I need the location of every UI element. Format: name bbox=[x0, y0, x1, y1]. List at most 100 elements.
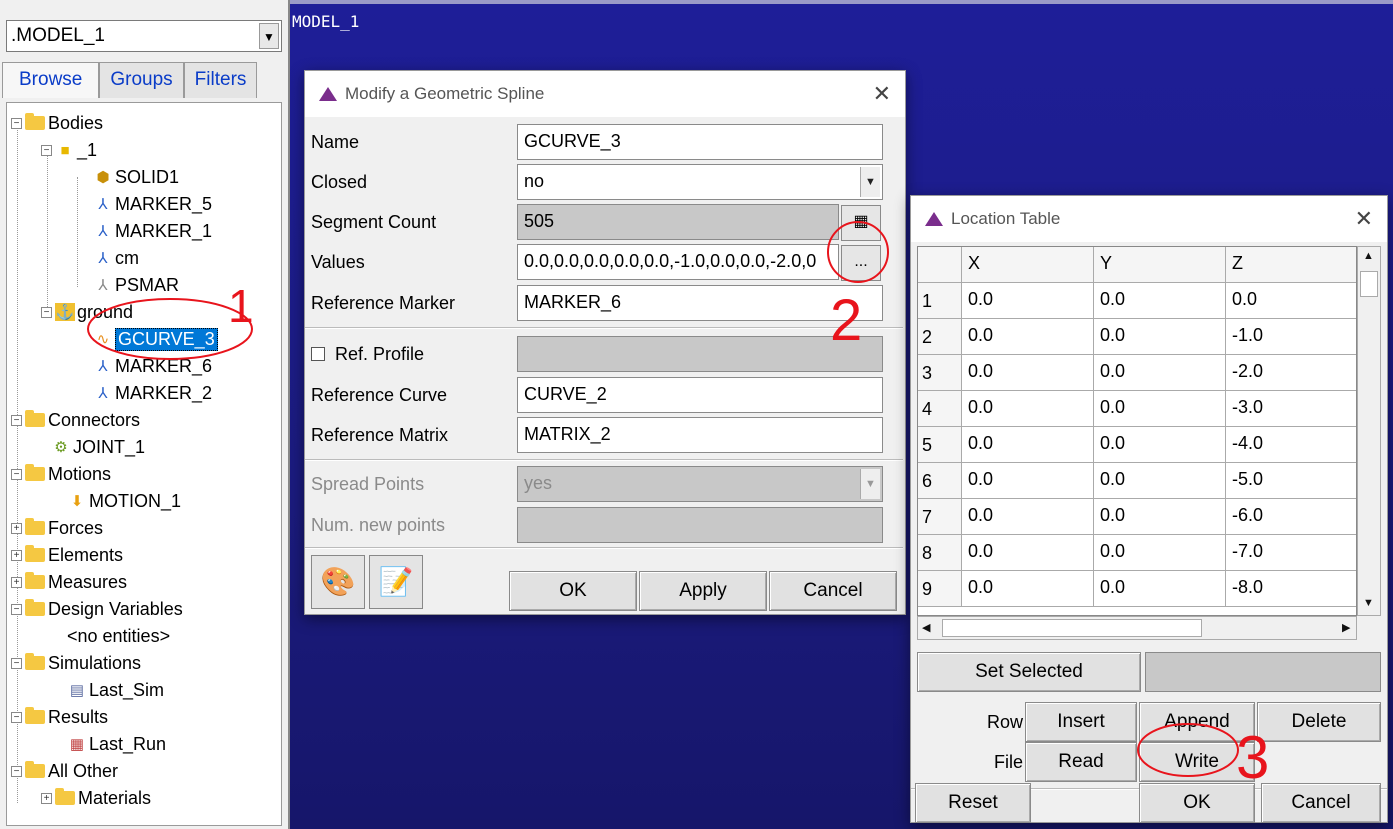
table-cell[interactable]: 0.0 bbox=[1094, 535, 1226, 571]
tree-item-simulations[interactable]: − Simulations bbox=[11, 651, 141, 675]
collapse-icon[interactable]: − bbox=[11, 711, 22, 723]
scroll-thumb[interactable] bbox=[1360, 271, 1378, 297]
tree-item-forces[interactable]: + Forces bbox=[11, 516, 103, 540]
expand-icon[interactable]: + bbox=[11, 549, 22, 561]
model-selector[interactable]: .MODEL_1 ▼ bbox=[6, 20, 282, 52]
table-cell[interactable]: 0.0 bbox=[962, 391, 1094, 427]
table-cell[interactable]: 0.0 bbox=[1094, 427, 1226, 463]
close-icon[interactable]: ✕ bbox=[873, 81, 891, 107]
collapse-icon[interactable]: − bbox=[11, 765, 22, 777]
chevron-down-icon[interactable]: ▼ bbox=[860, 167, 880, 197]
ok-button[interactable]: OK bbox=[509, 571, 637, 611]
table-cell[interactable]: 0.0 bbox=[1094, 571, 1226, 607]
tree-item-cm[interactable]: ⅄ cm bbox=[93, 246, 139, 270]
ref-profile-checkbox[interactable] bbox=[311, 347, 325, 361]
tree-item-solid1[interactable]: ⬢ SOLID1 bbox=[93, 165, 179, 189]
tree-item-all-other[interactable]: − All Other bbox=[11, 759, 118, 783]
location-titlebar[interactable]: Location Table ✕ bbox=[911, 196, 1387, 242]
tree-item-results[interactable]: − Results bbox=[11, 705, 108, 729]
cancel-button[interactable]: Cancel bbox=[1261, 783, 1381, 823]
scroll-right-icon[interactable]: ▶ bbox=[1342, 621, 1350, 634]
tree-item-measures[interactable]: + Measures bbox=[11, 570, 127, 594]
table-cell[interactable]: 0.0 bbox=[1094, 319, 1226, 355]
palette-icon[interactable]: 🎨 bbox=[311, 555, 365, 609]
table-cell[interactable]: -8.0 bbox=[1226, 571, 1356, 607]
table-cell[interactable]: 0.0 bbox=[1094, 283, 1226, 319]
read-button[interactable]: Read bbox=[1025, 742, 1137, 782]
closed-select[interactable]: no ▼ bbox=[517, 164, 883, 200]
table-cell[interactable]: 0.0 bbox=[1226, 283, 1356, 319]
row-number[interactable]: 2 bbox=[918, 319, 962, 355]
table-cell[interactable]: -6.0 bbox=[1226, 499, 1356, 535]
column-header-z[interactable]: Z bbox=[1226, 247, 1356, 283]
ok-button[interactable]: OK bbox=[1139, 783, 1255, 823]
collapse-icon[interactable]: − bbox=[11, 117, 22, 129]
table-cell[interactable]: 0.0 bbox=[962, 427, 1094, 463]
table-cell[interactable]: 0.0 bbox=[962, 463, 1094, 499]
tree-item-design-variables[interactable]: − Design Variables bbox=[11, 597, 183, 621]
tree-item-marker-1[interactable]: ⅄ MARKER_1 bbox=[93, 219, 212, 243]
collapse-icon[interactable]: − bbox=[11, 468, 22, 480]
chevron-down-icon[interactable]: ▼ bbox=[259, 23, 279, 49]
dialog-titlebar[interactable]: Modify a Geometric Spline ✕ bbox=[305, 71, 905, 117]
write-button[interactable]: Write bbox=[1139, 742, 1255, 782]
tree-item-ground[interactable]: − ⚓ ground bbox=[41, 300, 133, 324]
tree-item-part-1[interactable]: − ■ _1 bbox=[41, 138, 97, 162]
collapse-icon[interactable]: − bbox=[11, 603, 22, 615]
row-number[interactable]: 4 bbox=[918, 391, 962, 427]
row-number[interactable]: 3 bbox=[918, 355, 962, 391]
table-cell[interactable]: -7.0 bbox=[1226, 535, 1356, 571]
collapse-icon[interactable]: − bbox=[41, 306, 52, 318]
tree-item-psmar[interactable]: ⅄ PSMAR bbox=[93, 273, 179, 297]
row-number[interactable]: 9 bbox=[918, 571, 962, 607]
scroll-left-icon[interactable]: ◀ bbox=[922, 621, 930, 634]
row-number[interactable]: 8 bbox=[918, 535, 962, 571]
tree-item-last-sim[interactable]: ▤ Last_Sim bbox=[67, 678, 164, 702]
tree-item-motion-1[interactable]: ⬇ MOTION_1 bbox=[67, 489, 181, 513]
table-cell[interactable]: -3.0 bbox=[1226, 391, 1356, 427]
append-button[interactable]: Append bbox=[1139, 702, 1255, 742]
table-cell[interactable]: 0.0 bbox=[962, 499, 1094, 535]
edit-comment-icon[interactable]: 📝 bbox=[369, 555, 423, 609]
collapse-icon[interactable]: − bbox=[11, 657, 22, 669]
tree-item-marker-5[interactable]: ⅄ MARKER_5 bbox=[93, 192, 212, 216]
table-cell[interactable]: 0.0 bbox=[1094, 499, 1226, 535]
row-number[interactable]: 6 bbox=[918, 463, 962, 499]
scroll-thumb[interactable] bbox=[942, 619, 1202, 637]
table-cell[interactable]: 0.0 bbox=[962, 355, 1094, 391]
calculator-icon[interactable]: ▦ bbox=[841, 205, 881, 241]
tree-item-last-run[interactable]: ▦ Last_Run bbox=[67, 732, 166, 756]
reference-curve-field[interactable]: CURVE_2 bbox=[517, 377, 883, 413]
scroll-up-icon[interactable]: ▲ bbox=[1363, 250, 1374, 262]
apply-button[interactable]: Apply bbox=[639, 571, 767, 611]
column-header-y[interactable]: Y bbox=[1094, 247, 1226, 283]
table-cell[interactable]: 0.0 bbox=[962, 571, 1094, 607]
values-browse-button[interactable]: ... bbox=[841, 245, 881, 281]
expand-icon[interactable]: + bbox=[11, 576, 22, 588]
tree-item-motions[interactable]: − Motions bbox=[11, 462, 111, 486]
table-cell[interactable]: -5.0 bbox=[1226, 463, 1356, 499]
table-cell[interactable]: 0.0 bbox=[962, 535, 1094, 571]
vertical-scrollbar[interactable]: ▲ ▼ bbox=[1357, 246, 1381, 616]
column-header-x[interactable]: X bbox=[962, 247, 1094, 283]
reference-matrix-field[interactable]: MATRIX_2 bbox=[517, 417, 883, 453]
row-number[interactable]: 1 bbox=[918, 283, 962, 319]
table-cell[interactable]: 0.0 bbox=[1094, 391, 1226, 427]
tree-item-joint-1[interactable]: ⚙ JOINT_1 bbox=[51, 435, 145, 459]
reset-button[interactable]: Reset bbox=[915, 783, 1031, 823]
delete-button[interactable]: Delete bbox=[1257, 702, 1381, 742]
row-number[interactable]: 7 bbox=[918, 499, 962, 535]
table-cell[interactable]: 0.0 bbox=[962, 283, 1094, 319]
collapse-icon[interactable]: − bbox=[11, 414, 22, 426]
tab-groups[interactable]: Groups bbox=[99, 62, 184, 98]
insert-button[interactable]: Insert bbox=[1025, 702, 1137, 742]
set-selected-button[interactable]: Set Selected bbox=[917, 652, 1141, 692]
scroll-down-icon[interactable]: ▼ bbox=[1363, 597, 1374, 609]
cancel-button[interactable]: Cancel bbox=[769, 571, 897, 611]
tree-item-gcurve-3[interactable]: ∿ GCURVE_3 bbox=[93, 327, 218, 351]
values-field[interactable]: 0.0,0.0,0.0,0.0,0.0,-1.0,0.0,0.0,-2.0,0 bbox=[517, 244, 839, 280]
close-icon[interactable]: ✕ bbox=[1355, 206, 1373, 232]
table-cell[interactable]: -1.0 bbox=[1226, 319, 1356, 355]
tree-item-bodies[interactable]: − Bodies bbox=[11, 111, 103, 135]
table-cell[interactable]: 0.0 bbox=[1094, 355, 1226, 391]
